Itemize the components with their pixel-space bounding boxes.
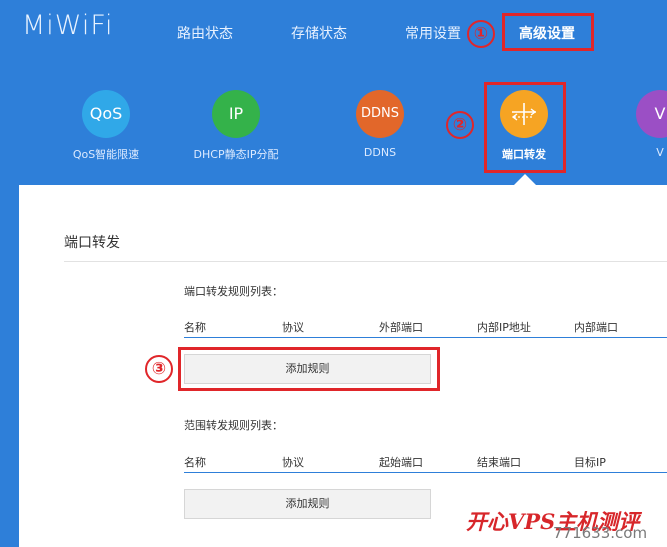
port-rules-col-internal-port: 内部端口 [574,321,618,334]
range-rules-col-name: 名称 [184,456,206,469]
range-rules-col-start-port: 起始端口 [379,456,423,469]
feature-dhcp-label: DHCP静态IP分配 [193,148,279,161]
port-rules-col-internal-ip: 内部IP地址 [477,321,531,334]
nav-common-settings[interactable]: 常用设置 [405,23,461,43]
callout-number-1: ① [467,20,495,48]
callout-number-3: ③ [145,355,173,383]
ip-icon: IP [212,90,260,138]
miwifi-logo: MiWiFi [22,10,114,41]
port-rules-col-protocol: 协议 [282,321,304,334]
feature-qos-label: QoS智能限速 [72,148,140,161]
feature-qos[interactable]: QoS QoS智能限速 [36,90,176,162]
callout-box-advanced-settings [502,13,594,51]
range-rules-col-end-port: 结束端口 [477,456,521,469]
vpn-icon: V [636,90,667,138]
range-rules-col-target-ip: 目标IP [574,456,606,469]
nav-storage-status[interactable]: 存储状态 [291,23,347,43]
router-admin-app: MiWiFi 路由状态 存储状态 常用设置 高级设置 ① QoS QoS智能限速… [0,0,667,547]
add-range-rule-button[interactable]: 添加规则 [184,489,431,519]
feature-ddns-label: DDNS [363,146,397,159]
active-feature-pointer [514,174,536,185]
port-rules-title: 端口转发规则列表： [184,285,283,298]
callout-box-port-forwarding [484,82,566,173]
callout-number-2: ② [446,111,474,139]
feature-dhcp-static-ip[interactable]: IP DHCP静态IP分配 [166,90,306,162]
range-rules-col-protocol: 协议 [282,456,304,469]
callout-box-add-rule [178,347,440,391]
feature-vpn-label: V [656,146,664,159]
qos-icon: QoS [82,90,130,138]
port-rules-col-name: 名称 [184,321,206,334]
ddns-icon: DDNS [356,90,404,138]
range-rules-header-line [184,472,667,473]
port-rules-col-external-port: 外部端口 [379,321,423,334]
panel-title: 端口转发 [64,235,120,251]
panel-divider [64,261,667,262]
range-rules-title: 范围转发规则列表： [184,419,283,432]
watermark-url: 771633.com [553,524,648,542]
feature-ddns[interactable]: DDNS DDNS [310,90,450,159]
port-rules-header-line [184,337,667,338]
nav-router-status[interactable]: 路由状态 [177,23,233,43]
feature-vpn-partial[interactable]: V V [590,90,667,159]
screenshot-frame: MiWiFi 路由状态 存储状态 常用设置 高级设置 ① QoS QoS智能限速… [0,0,667,547]
